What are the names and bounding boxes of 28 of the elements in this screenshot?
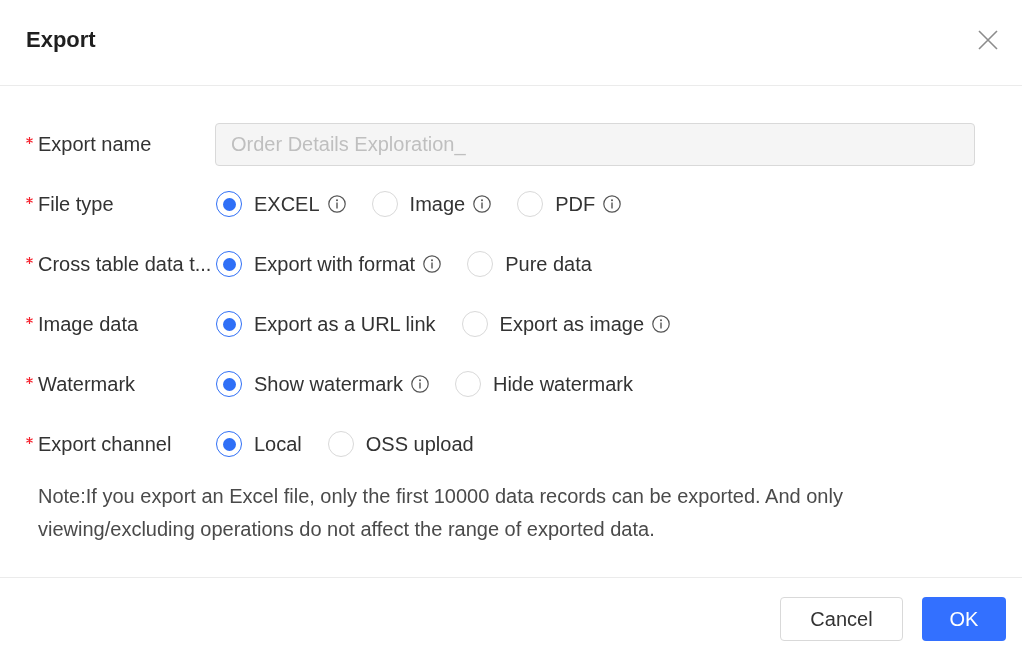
- cancel-button[interactable]: Cancel: [780, 597, 903, 641]
- field-label: Export channel: [38, 432, 172, 457]
- field-label: File type: [38, 192, 114, 217]
- radio-label[interactable]: EXCEL: [254, 191, 320, 217]
- radio-label[interactable]: PDF: [555, 191, 596, 217]
- radio-label[interactable]: Pure data: [505, 251, 592, 277]
- radio-label[interactable]: Image: [409, 191, 466, 217]
- radio-button[interactable]: [216, 251, 242, 277]
- radio-label[interactable]: Local: [254, 431, 302, 457]
- field-label: Watermark: [38, 372, 136, 397]
- radio-label[interactable]: OSS upload: [365, 431, 474, 457]
- radio-label[interactable]: Export with format: [254, 251, 416, 277]
- radio-label[interactable]: Hide watermark: [492, 371, 633, 397]
- radio-button[interactable]: [216, 191, 242, 217]
- radio-label[interactable]: Export as image: [499, 311, 645, 337]
- field-label: Image data: [38, 312, 139, 337]
- radio-button[interactable]: [216, 371, 242, 397]
- radio-label[interactable]: Show watermark: [254, 371, 403, 397]
- field-label: Cross table data t...: [38, 252, 212, 277]
- ok-button[interactable]: OK: [922, 597, 1006, 641]
- close-button[interactable]: [977, 28, 999, 51]
- note-text: Note:If you export an Excel file, only the first 10000 data records can be exported. And only viewing/excluding operations do not affect the range of exported data.: [38, 484, 844, 542]
- dialog-title: Export: [26, 25, 96, 54]
- field-label: Export name: [38, 132, 152, 157]
- radio-label[interactable]: Export as a URL link: [254, 311, 436, 337]
- close-icon: [978, 29, 998, 50]
- radio-button[interactable]: [216, 431, 242, 457]
- radio-button[interactable]: [216, 311, 242, 337]
